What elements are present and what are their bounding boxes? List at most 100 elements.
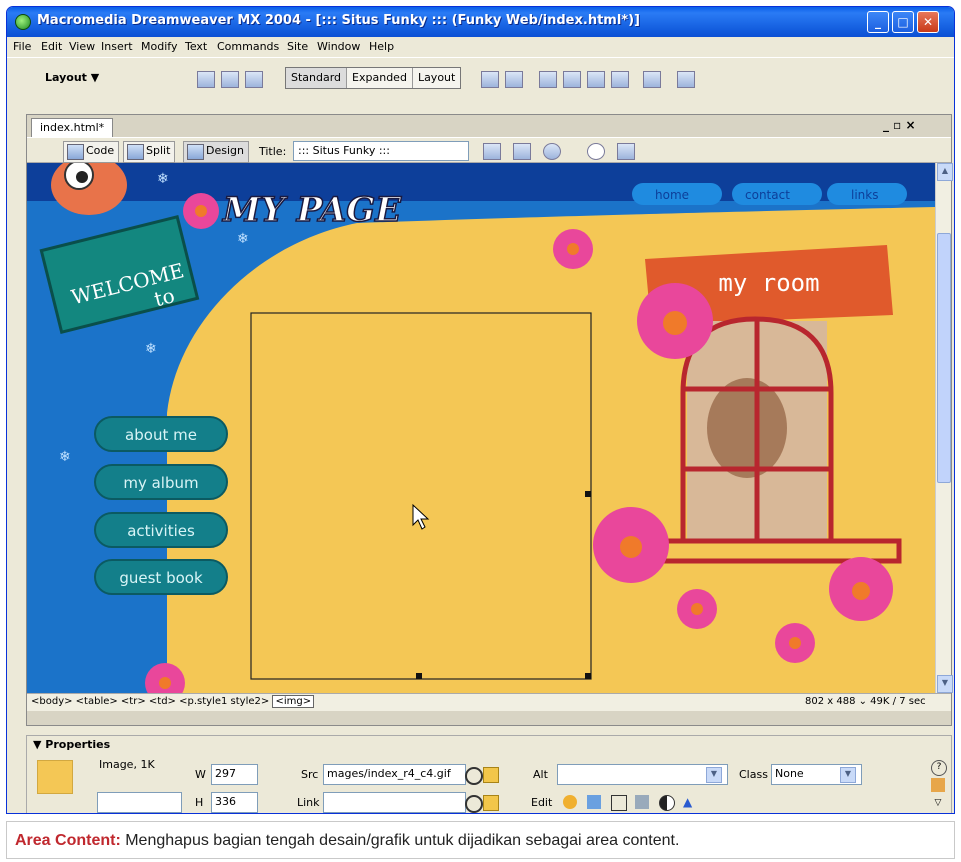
my-room-text: my room xyxy=(718,269,819,297)
document-tab[interactable]: index.html* xyxy=(31,118,114,137)
alt-field[interactable] xyxy=(557,764,728,785)
split-view-button[interactable]: Split xyxy=(123,141,176,163)
tabular-data-icon[interactable] xyxy=(677,71,695,88)
refresh-icon[interactable] xyxy=(587,143,605,160)
preview-in-browser-icon[interactable] xyxy=(543,143,561,160)
validate-icon[interactable] xyxy=(483,143,501,160)
draw-layout-cell-icon[interactable] xyxy=(505,71,523,88)
tag-path[interactable]: <body> <table> <tr> <td> <p.style1 style… xyxy=(31,696,269,707)
nav-links[interactable]: links xyxy=(851,188,878,202)
tag-selector: <body> <table> <tr> <td> <p.style1 style… xyxy=(31,695,315,708)
insert-bar: Layout ▼ Standard Expanded Layout xyxy=(7,57,954,97)
insert-column-left-icon[interactable] xyxy=(587,71,605,88)
link-field[interactable] xyxy=(323,792,466,813)
flower-icon xyxy=(775,623,815,663)
app-window: Macromedia Dreamweaver MX 2004 - [::: Si… xyxy=(6,6,955,814)
layer-icon[interactable] xyxy=(245,71,263,88)
top-nav: home contact links xyxy=(632,183,907,205)
design-view-icon xyxy=(187,144,204,160)
image-name-field[interactable] xyxy=(97,792,182,813)
menu-commands[interactable]: Commands xyxy=(217,40,279,53)
menu-view[interactable]: View xyxy=(69,40,95,53)
height-field[interactable]: 336 xyxy=(211,792,258,813)
menu-help[interactable]: Help xyxy=(369,40,394,53)
frames-icon[interactable] xyxy=(643,71,661,88)
code-view-button[interactable]: Code xyxy=(63,141,120,163)
maximize-button[interactable]: □ xyxy=(892,11,914,33)
page-title-input[interactable]: ::: Situs Funky ::: xyxy=(293,141,469,161)
draw-layout-table-icon[interactable] xyxy=(481,71,499,88)
scroll-up-icon[interactable]: ▲ xyxy=(937,163,953,181)
nav-my-album[interactable]: my album xyxy=(123,474,198,492)
document-size[interactable]: 802 x 488 ⌄ 49K / 7 sec xyxy=(805,696,926,707)
document-window: index.html* _ ▫ × Code Split Design Titl… xyxy=(26,114,953,726)
properties-header[interactable]: ▼ Properties xyxy=(27,736,951,754)
menu-file[interactable]: File xyxy=(13,40,31,53)
chevron-down-icon[interactable]: ▼ xyxy=(840,767,856,783)
nav-home[interactable]: home xyxy=(655,188,689,202)
design-canvas[interactable]: ❄ ❄ ❄ ❄ ❄ WELCOME to MY PAGE xyxy=(27,163,935,693)
resample-icon[interactable] xyxy=(635,795,649,809)
flower-icon xyxy=(829,557,893,621)
width-field[interactable]: 297 xyxy=(211,764,258,785)
insert-category-dropdown[interactable]: Layout ▼ xyxy=(15,68,135,88)
nav-about-me[interactable]: about me xyxy=(125,426,197,444)
folder-icon[interactable] xyxy=(483,767,499,783)
minimize-button[interactable]: _ xyxy=(867,11,889,33)
src-field[interactable]: mages/index_r4_c4.gif xyxy=(323,764,466,785)
collapse-icon[interactable]: ▽ xyxy=(931,798,945,812)
snowflake-icon: ❄ xyxy=(145,341,157,357)
optimize-icon[interactable] xyxy=(587,795,601,809)
close-button[interactable]: ✕ xyxy=(917,11,939,33)
brightness-contrast-icon[interactable] xyxy=(659,795,675,811)
menu-modify[interactable]: Modify xyxy=(141,40,177,53)
document-tab-row: index.html* _ ▫ × xyxy=(27,115,951,137)
crop-icon[interactable] xyxy=(611,795,627,811)
standard-mode-button[interactable]: Standard xyxy=(286,68,348,88)
logo-text: MY PAGE xyxy=(222,190,402,230)
scroll-down-icon[interactable]: ▼ xyxy=(937,675,953,693)
vertical-scrollbar[interactable]: ▲ ▼ xyxy=(935,163,953,693)
insert-row-below-icon[interactable] xyxy=(563,71,581,88)
view-options-icon[interactable] xyxy=(617,143,635,160)
table-icon[interactable] xyxy=(197,71,215,88)
div-icon[interactable] xyxy=(221,71,239,88)
menu-text[interactable]: Text xyxy=(185,40,207,53)
properties-panel: ▼ Properties Image, 1K W 297 H 336 Src m… xyxy=(26,735,952,813)
insert-row-above-icon[interactable] xyxy=(539,71,557,88)
nav-contact[interactable]: contact xyxy=(745,188,790,202)
flower-icon xyxy=(183,193,219,229)
selected-tag[interactable]: <img> xyxy=(272,695,315,708)
point-to-file-icon[interactable] xyxy=(465,795,483,813)
menu-site[interactable]: Site xyxy=(287,40,308,53)
edit-image-icon[interactable] xyxy=(563,795,577,809)
flower-icon xyxy=(593,507,669,583)
document-window-controls[interactable]: _ ▫ × xyxy=(883,118,916,132)
chevron-down-icon[interactable]: ▼ xyxy=(706,767,722,783)
folder-icon[interactable] xyxy=(483,795,499,811)
status-bar: <body> <table> <tr> <td> <p.style1 style… xyxy=(27,693,951,711)
design-view-label: Design xyxy=(206,144,244,157)
width-label: W xyxy=(195,768,206,781)
quick-tag-editor-icon[interactable] xyxy=(931,778,945,792)
layout-mode-button[interactable]: Layout xyxy=(413,68,460,88)
menu-edit[interactable]: Edit xyxy=(41,40,62,53)
menu-insert[interactable]: Insert xyxy=(101,40,133,53)
flower-icon xyxy=(677,589,717,629)
insert-column-right-icon[interactable] xyxy=(611,71,629,88)
help-icon[interactable]: ? xyxy=(931,760,947,776)
point-to-file-icon[interactable] xyxy=(465,767,483,785)
room-photo-figure xyxy=(707,378,787,478)
bird-pupil xyxy=(76,171,88,183)
expanded-mode-button[interactable]: Expanded xyxy=(347,68,413,88)
nav-activities[interactable]: activities xyxy=(127,522,195,540)
caption-text: Area Content: Menghapus bagian tengah de… xyxy=(15,832,679,850)
alt-label: Alt xyxy=(533,768,548,781)
scroll-thumb[interactable] xyxy=(937,233,951,483)
snowflake-icon: ❄ xyxy=(157,171,169,187)
file-management-icon[interactable] xyxy=(513,143,531,160)
design-view-button[interactable]: Design xyxy=(183,141,249,163)
nav-guest-book[interactable]: guest book xyxy=(119,569,203,587)
sharpen-icon[interactable]: ▲ xyxy=(683,795,697,809)
menu-window[interactable]: Window xyxy=(317,40,360,53)
